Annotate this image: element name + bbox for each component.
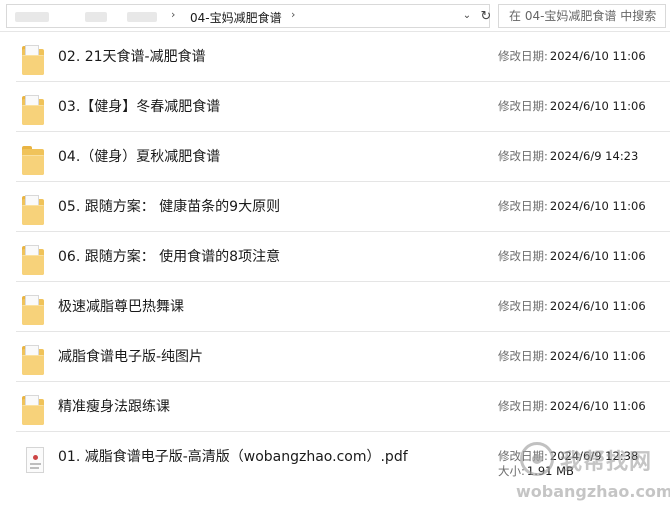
- modified-date: 修改日期: 2024/6/10 11:06: [498, 349, 646, 363]
- file-name: 03.【健身】冬春减肥食谱: [58, 99, 221, 115]
- watermark: 我帮找网 wobangzhao.com: [516, 438, 670, 504]
- list-item[interactable]: 极速减脂尊巴热舞课 修改日期: 2024/6/10 11:06: [16, 282, 670, 332]
- folder-icon: [22, 45, 44, 75]
- chevron-down-icon[interactable]: ⌄: [459, 7, 475, 25]
- modified-date: 修改日期: 2024/6/10 11:06: [498, 399, 646, 413]
- file-name: 减脂食谱电子版-纯图片: [58, 349, 204, 365]
- modified-date: 修改日期: 2024/6/10 11:06: [498, 99, 646, 113]
- chevron-right-icon[interactable]: ›: [291, 8, 295, 21]
- file-name: 05. 跟随方案： 健康苗条的9大原则: [58, 199, 281, 215]
- folder-icon: [22, 295, 44, 325]
- list-item[interactable]: 06. 跟随方案： 使用食谱的8项注意 修改日期: 2024/6/10 11:06: [16, 232, 670, 282]
- folder-icon: [22, 195, 44, 225]
- pdf-file-icon: [22, 445, 44, 475]
- list-item[interactable]: 05. 跟随方案： 健康苗条的9大原则 修改日期: 2024/6/10 11:06: [16, 182, 670, 232]
- file-name: 04.（健身）夏秋减肥食谱: [58, 149, 221, 165]
- list-item[interactable]: 04.（健身）夏秋减肥食谱 修改日期: 2024/6/9 14:23: [16, 132, 670, 182]
- folder-icon: [22, 345, 44, 375]
- file-name: 01. 减脂食谱电子版-高清版（wobangzhao.com）.pdf: [58, 449, 408, 465]
- modified-date: 修改日期: 2024/6/10 11:06: [498, 299, 646, 313]
- watermark-name: 我帮找网: [560, 450, 653, 475]
- list-item[interactable]: 02. 21天食谱-减肥食谱 修改日期: 2024/6/10 11:06: [16, 32, 670, 82]
- watermark-logo-icon: [520, 442, 554, 476]
- file-name: 06. 跟随方案： 使用食谱的8项注意: [58, 249, 281, 265]
- chevron-right-icon: ›: [171, 8, 176, 21]
- file-name: 精准瘦身法跟练课: [58, 399, 170, 415]
- search-input[interactable]: [499, 5, 665, 27]
- file-name: 极速减脂尊巴热舞课: [58, 299, 184, 315]
- list-item[interactable]: 减脂食谱电子版-纯图片 修改日期: 2024/6/10 11:06: [16, 332, 670, 382]
- folder-icon: [22, 145, 44, 175]
- watermark-url: wobangzhao.com: [516, 482, 670, 501]
- address-bar: › 04-宝妈减肥食谱 › ⌄ ↻: [0, 0, 670, 32]
- breadcrumb-current-folder[interactable]: 04-宝妈减肥食谱: [190, 9, 282, 26]
- search-box[interactable]: [498, 4, 666, 28]
- file-list: 02. 21天食谱-减肥食谱 修改日期: 2024/6/10 11:06 03.【…: [16, 32, 670, 482]
- file-name: 02. 21天食谱-减肥食谱: [58, 49, 206, 65]
- folder-icon: [22, 245, 44, 275]
- modified-date: 修改日期: 2024/6/10 11:06: [498, 49, 646, 63]
- refresh-icon[interactable]: ↻: [478, 9, 494, 25]
- blurred-path-segment: [85, 12, 107, 22]
- blurred-path-segment: [127, 12, 157, 22]
- folder-icon: [22, 95, 44, 125]
- breadcrumb[interactable]: › 04-宝妈减肥食谱 › ⌄ ↻: [6, 4, 491, 28]
- modified-date: 修改日期: 2024/6/10 11:06: [498, 199, 646, 213]
- list-item[interactable]: 03.【健身】冬春减肥食谱 修改日期: 2024/6/10 11:06: [16, 82, 670, 132]
- blurred-path-segment: [15, 12, 49, 22]
- list-item[interactable]: 精准瘦身法跟练课 修改日期: 2024/6/10 11:06: [16, 382, 670, 432]
- modified-date: 修改日期: 2024/6/9 14:23: [498, 149, 639, 163]
- folder-icon: [22, 395, 44, 425]
- modified-date: 修改日期: 2024/6/10 11:06: [498, 249, 646, 263]
